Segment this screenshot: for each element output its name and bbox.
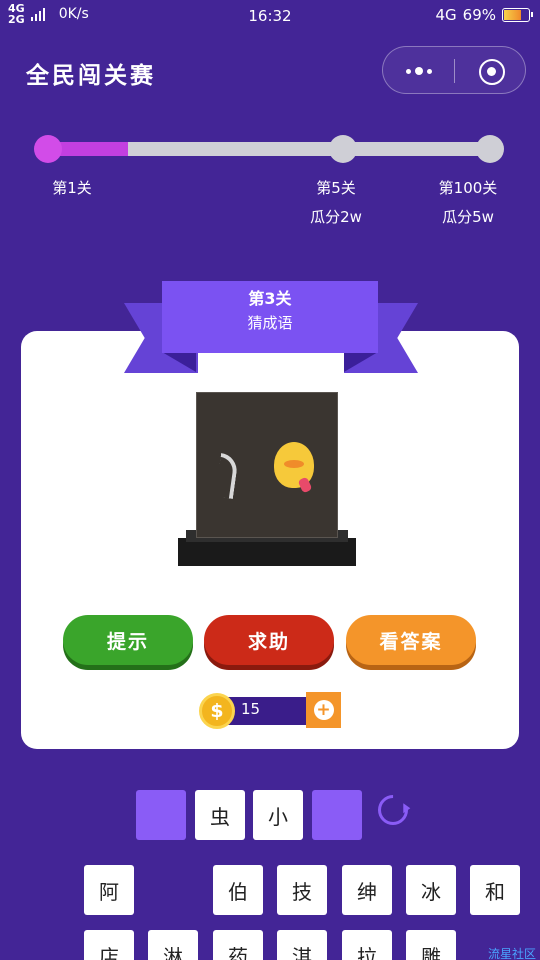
close-target-icon[interactable] xyxy=(479,59,505,85)
answer-slot-3[interactable]: 小 xyxy=(253,790,303,840)
status-right: 4G 69% xyxy=(435,6,533,24)
candidate-key[interactable]: 冰 xyxy=(406,865,456,915)
chick-icon xyxy=(274,442,314,488)
milestone-level-5: 第5关 xyxy=(316,179,356,197)
candidate-key[interactable]: 伯 xyxy=(213,865,263,915)
milestone-node-1 xyxy=(34,135,62,163)
candidate-key[interactable]: 和 xyxy=(470,865,520,915)
more-dots-icon[interactable] xyxy=(401,62,437,80)
game-mode: 猜成语 xyxy=(247,314,293,332)
coin-bar xyxy=(222,697,318,725)
candidate-key[interactable]: 拉 xyxy=(342,930,392,960)
answer-slot-4[interactable] xyxy=(312,790,362,840)
battery-percent: 69% xyxy=(462,6,496,24)
current-level: 第3关 xyxy=(248,289,292,308)
candidate-key[interactable]: 技 xyxy=(277,865,327,915)
coin-count: 15 xyxy=(241,700,261,718)
hint-button[interactable]: 提示 xyxy=(63,615,193,665)
milestone-reward-100: 瓜分5w xyxy=(442,208,494,226)
candidate-key[interactable]: 雕 xyxy=(406,930,456,960)
battery-icon xyxy=(502,8,533,22)
refresh-icon[interactable] xyxy=(371,788,415,832)
candidate-key[interactable]: 淋 xyxy=(148,930,198,960)
milestone-node-5 xyxy=(329,135,357,163)
title-bar: 全民闯关赛 xyxy=(0,44,540,96)
display-base xyxy=(178,538,356,566)
candidate-key[interactable]: 药 xyxy=(213,930,263,960)
candidate-key[interactable]: 绅 xyxy=(342,865,392,915)
app-title: 全民闯关赛 xyxy=(26,63,156,89)
candidate-key[interactable]: 阿 xyxy=(84,865,134,915)
status-bar: 4G 2G 0K/s 16:32 4G 69% xyxy=(0,0,540,34)
milestone-level-100: 第100关 xyxy=(438,179,498,197)
answer-slot-1[interactable] xyxy=(136,790,186,840)
coin-icon: $ xyxy=(199,693,235,729)
milestone-node-100 xyxy=(476,135,504,163)
level-ribbon: 第3关 猜成语 xyxy=(162,281,378,353)
mini-program-capsule xyxy=(382,46,526,94)
milestone-reward-5: 瓜分2w xyxy=(310,208,362,226)
add-coins-button[interactable]: + xyxy=(306,692,341,728)
answer-slot-2[interactable]: 虫 xyxy=(195,790,245,840)
candidate-key[interactable]: 店 xyxy=(84,930,134,960)
candidate-key[interactable]: 淇 xyxy=(277,930,327,960)
show-answer-button[interactable]: 看答案 xyxy=(346,615,476,665)
capsule-divider xyxy=(454,59,455,83)
milestone-level-1: 第1关 xyxy=(52,179,92,197)
display-box xyxy=(196,392,338,538)
help-button[interactable]: 求助 xyxy=(204,615,334,665)
signal-type: 4G xyxy=(435,6,457,24)
watermark: 流星社区 xyxy=(488,947,537,960)
plus-icon: + xyxy=(313,700,334,720)
puzzle-image xyxy=(178,392,356,568)
